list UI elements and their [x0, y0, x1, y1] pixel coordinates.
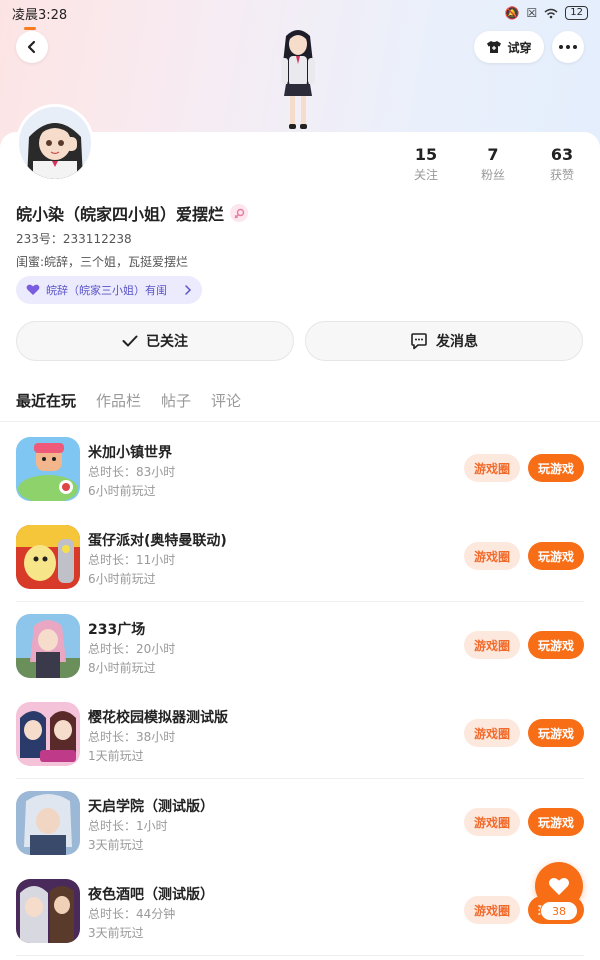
row-divider: [16, 955, 584, 956]
play-game-button[interactable]: 玩游戏: [528, 719, 584, 747]
like-count-badge: 38: [540, 901, 578, 921]
row-divider: [16, 778, 584, 779]
game-circle-button[interactable]: 游戏圈: [464, 542, 520, 570]
tab-comments[interactable]: 评论: [211, 390, 241, 420]
chevron-left-icon: [27, 40, 36, 54]
wifi-icon: [544, 8, 558, 18]
game-duration: 总时长：83小时: [88, 465, 176, 479]
chat-bubble-icon: [411, 332, 427, 349]
game-last-played: 6小时前玩过: [88, 484, 156, 498]
list-item[interactable]: 天启学院（测试版） 总时长：1小时 3天前玩过 游戏圈 玩游戏: [0, 780, 600, 868]
stat-label: 获赞: [549, 168, 574, 182]
stat-label: 关注: [413, 168, 438, 182]
stat-following[interactable]: 15 关注: [396, 145, 456, 183]
game-name: 天启学院（测试版）: [88, 799, 214, 815]
stat-followers[interactable]: 7 粉丝: [463, 145, 523, 183]
profile-tabs: 最近在玩 作品栏 帖子 评论: [16, 390, 241, 420]
purple-heart-icon: [26, 284, 40, 295]
avatar-3d-figure: [281, 30, 315, 129]
game-last-played: 1天前玩过: [88, 749, 144, 763]
game-duration: 总时长：1小时: [88, 819, 168, 833]
bond-text: 皖辞（皖家三小姐）有闺: [46, 284, 167, 297]
more-dots-icon: [559, 45, 577, 49]
tabs-divider: [0, 421, 600, 422]
game-duration: 总时长：38小时: [88, 730, 176, 744]
game-name: 蛋仔派对(奥特曼联动): [88, 533, 227, 549]
tab-posts[interactable]: 帖子: [161, 390, 191, 420]
game-last-played: 3天前玩过: [88, 926, 144, 940]
chevron-right-icon: [185, 285, 192, 295]
tshirt-icon: [487, 41, 502, 53]
row-divider: [16, 601, 584, 602]
tab-works[interactable]: 作品栏: [96, 390, 141, 420]
follow-button[interactable]: 已关注: [16, 321, 294, 361]
check-icon: [122, 335, 138, 347]
game-name: 夜色酒吧（测试版）: [88, 887, 214, 903]
game-last-played: 3天前玩过: [88, 838, 144, 852]
game-icon-sakura-school: [16, 702, 80, 766]
list-item[interactable]: 米加小镇世界 总时长：83小时 6小时前玩过 游戏圈 玩游戏: [0, 426, 600, 514]
message-label: 发消息: [436, 334, 478, 350]
list-item[interactable]: 樱花校园模拟器测试版 总时长：38小时 1天前玩过 游戏圈 玩游戏: [0, 691, 600, 779]
try-on-label: 试穿: [507, 40, 532, 55]
play-game-button[interactable]: 玩游戏: [528, 631, 584, 659]
game-icon-tianqi-academy: [16, 791, 80, 855]
battery-indicator: 12: [565, 6, 588, 20]
status-icons: 🔕 ☒ 12: [505, 6, 588, 20]
send-message-button[interactable]: 发消息: [305, 321, 583, 361]
stat-label: 粉丝: [480, 168, 505, 182]
game-name: 233广场: [88, 622, 146, 638]
name-row: 皖小染（皖家四小姐）爱摆烂: [16, 201, 249, 225]
user-id: 233号：233112238: [16, 232, 132, 246]
sim-icon: ☒: [526, 6, 538, 20]
gender-badge-icon: [230, 204, 249, 222]
bond-chip[interactable]: 皖辞（皖家三小姐）有闺: [16, 276, 202, 304]
tab-recently-played[interactable]: 最近在玩: [16, 390, 76, 420]
nickname: 皖小染（皖家四小姐）爱摆烂: [16, 205, 225, 224]
list-item[interactable]: 蛋仔派对(奥特曼联动) 总时长：11小时 6小时前玩过 游戏圈 玩游戏: [0, 514, 600, 602]
stat-value: 7: [487, 145, 499, 164]
game-icon-mica-town: [16, 437, 80, 501]
status-bar: 凌晨3:28 🔕 ☒ 12: [0, 0, 600, 26]
list-item[interactable]: 233广场 总时长：20小时 8小时前玩过 游戏圈 玩游戏: [0, 603, 600, 691]
game-duration: 总时长：44分钟: [88, 907, 176, 921]
game-duration: 总时长：20小时: [88, 642, 176, 656]
play-game-button[interactable]: 玩游戏: [528, 808, 584, 836]
active-tab-indicator: [24, 27, 36, 30]
stats-row: 15 关注 7 粉丝 63 获赞: [0, 146, 600, 186]
game-circle-button[interactable]: 游戏圈: [464, 631, 520, 659]
back-button[interactable]: [16, 31, 48, 63]
heart-icon: [548, 877, 570, 895]
game-icon-eggy-party: [16, 525, 80, 589]
stat-value: 63: [550, 145, 574, 164]
user-bio: 闺蜜:皖辞，三个姐，瓦挺爱摆烂: [16, 255, 189, 269]
game-circle-button[interactable]: 游戏圈: [464, 896, 520, 924]
game-circle-button[interactable]: 游戏圈: [464, 454, 520, 482]
game-last-played: 6小时前玩过: [88, 572, 156, 586]
play-game-button[interactable]: 玩游戏: [528, 454, 584, 482]
follow-label: 已关注: [146, 334, 188, 350]
game-duration: 总时长：11小时: [88, 553, 176, 567]
more-button[interactable]: [552, 31, 584, 63]
mute-icon: 🔕: [504, 6, 520, 20]
game-name: 樱花校园模拟器测试版: [88, 710, 228, 726]
stat-likes[interactable]: 63 获赞: [532, 145, 592, 183]
stat-value: 15: [414, 145, 438, 164]
female-icon: [234, 208, 244, 218]
status-time: 凌晨3:28: [12, 7, 68, 23]
game-name: 米加小镇世界: [88, 445, 172, 461]
game-last-played: 8小时前玩过: [88, 661, 156, 675]
game-icon-233-square: [16, 614, 80, 678]
try-on-button[interactable]: 试穿: [474, 31, 544, 63]
game-circle-button[interactable]: 游戏圈: [464, 808, 520, 836]
game-icon-night-bar: [16, 879, 80, 943]
list-item[interactable]: 夜色酒吧（测试版） 总时长：44分钟 3天前玩过 游戏圈 玩游戏: [0, 868, 600, 956]
play-game-button[interactable]: 玩游戏: [528, 542, 584, 570]
game-circle-button[interactable]: 游戏圈: [464, 719, 520, 747]
